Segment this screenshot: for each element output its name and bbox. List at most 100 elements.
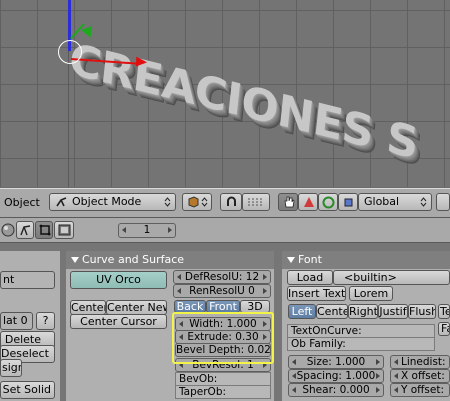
set-solid-label: Set Solid	[2, 383, 51, 396]
mode-select[interactable]: Object Mode	[49, 193, 176, 211]
ob-family-field[interactable]: Ob Family:	[287, 337, 435, 351]
triangle-icon	[304, 197, 314, 207]
shear-field[interactable]: Shear: 0.000	[288, 383, 384, 397]
scale-manipulator-button[interactable]	[338, 193, 358, 211]
uv-orco-toggle[interactable]: UV Orco	[70, 271, 167, 289]
material-help-button[interactable]: ?	[36, 312, 55, 330]
set-solid-button[interactable]: Set Solid	[0, 381, 55, 399]
mode-select-label: Object Mode	[72, 195, 142, 208]
decrement-arrow-icon[interactable]	[394, 373, 398, 379]
header-overflow-button[interactable]	[436, 193, 450, 211]
spacing-field[interactable]: Spacing: 1.000	[288, 369, 384, 383]
decrement-arrow-icon[interactable]	[394, 387, 398, 393]
decrement-arrow-icon[interactable]	[122, 227, 126, 233]
ren-resol-u-field[interactable]: RenResolU 0	[173, 284, 271, 298]
assign-button[interactable]: sign	[0, 359, 22, 377]
material-index-label: lat 0	[3, 314, 28, 327]
decrement-arrow-icon[interactable]	[292, 387, 296, 393]
taper-ob-label: TaperOb:	[179, 386, 227, 398]
bev-ob-field[interactable]: BevOb:	[175, 372, 271, 386]
fa-label: Fa	[441, 322, 449, 335]
decrement-arrow-icon[interactable]	[177, 274, 181, 280]
fa-button[interactable]: Fa	[438, 322, 450, 336]
collapse-triangle-icon[interactable]	[287, 257, 295, 263]
3d-viewport[interactable]: CREACIONES S	[0, 0, 450, 187]
square-icon	[344, 198, 353, 207]
increment-arrow-icon[interactable]	[263, 288, 267, 294]
decrement-arrow-icon[interactable]	[292, 373, 296, 379]
collapse-triangle-icon[interactable]	[71, 257, 79, 263]
center-cursor-button[interactable]: Center Cursor	[70, 314, 167, 329]
insert-text-button[interactable]: Insert Text	[287, 286, 346, 301]
rotate-manipulator-button[interactable]	[318, 193, 338, 211]
x-offset-field[interactable]: X offset:	[390, 369, 450, 383]
left-panel-field-label: nt	[3, 273, 15, 286]
x-axis-arrow-icon	[135, 56, 148, 68]
font-size-field[interactable]: Size: 1.000	[288, 355, 384, 369]
increment-arrow-icon[interactable]	[376, 359, 380, 365]
y-offset-field[interactable]: Y offset:	[390, 383, 450, 397]
left-panel-field[interactable]: nt	[0, 271, 55, 289]
lorem-button[interactable]: Lorem	[349, 286, 393, 301]
x-offset-label: X offset:	[401, 370, 445, 382]
align-justify-toggle[interactable]: Justif	[378, 304, 408, 319]
help-label: ?	[42, 314, 49, 327]
increment-arrow-icon[interactable]	[376, 373, 380, 379]
align-center-toggle[interactable]: Cente	[316, 304, 348, 319]
square-outline-icon	[39, 224, 51, 236]
increment-arrow-icon[interactable]	[168, 227, 172, 233]
picture-icon	[58, 224, 71, 236]
increment-arrow-icon[interactable]	[376, 387, 380, 393]
chevron-updown-icon	[164, 197, 171, 207]
decrement-arrow-icon[interactable]	[394, 359, 398, 365]
bev-ob-label: BevOb:	[179, 373, 218, 385]
chevron-updown-icon	[201, 197, 208, 207]
draw-type-select[interactable]	[182, 193, 212, 211]
align-left-toggle[interactable]: Left	[288, 304, 316, 319]
pivot-select[interactable]	[220, 193, 242, 211]
font-panel-header[interactable]: Font	[282, 251, 450, 269]
material-index-field[interactable]: lat 0	[0, 312, 33, 330]
object-mode-button[interactable]	[35, 221, 53, 239]
linedist-field[interactable]: Linedist: 1	[390, 355, 450, 369]
sphere-icon[interactable]	[1, 223, 15, 237]
circle-icon	[322, 196, 335, 209]
load-font-button[interactable]: Load	[287, 270, 333, 285]
load-label: Load	[296, 271, 324, 284]
assign-label: sign	[2, 361, 21, 374]
shear-label: Shear: 0.000	[302, 384, 370, 396]
center-cursor-label: Center Cursor	[80, 315, 157, 328]
ob-family-label: Ob Family:	[291, 338, 346, 350]
font-select[interactable]: <builtin>	[333, 270, 450, 285]
increment-arrow-icon[interactable]	[263, 274, 267, 280]
tex-label: Te	[440, 305, 449, 318]
manipulator-toggle[interactable]	[278, 193, 298, 211]
3d-text-object[interactable]: CREACIONES S	[67, 34, 420, 169]
translate-manipulator-button[interactable]	[298, 193, 318, 211]
text-on-curve-field[interactable]: TextOnCurve:	[287, 324, 435, 338]
layer-number-field[interactable]: 1	[118, 223, 176, 238]
vertex-select-mode-button[interactable]	[16, 221, 34, 239]
curve-panel-header[interactable]: Curve and Surface	[66, 251, 274, 269]
uv-orco-label: UV Orco	[96, 273, 141, 286]
manipulator-center-circle[interactable]	[58, 40, 82, 64]
def-resol-u-field[interactable]: DefResolU: 12	[173, 270, 271, 284]
object-menu[interactable]: Object	[4, 196, 40, 209]
center-new-label: Center New	[107, 301, 167, 314]
snap-select[interactable]	[242, 193, 270, 211]
decrement-arrow-icon[interactable]	[292, 359, 296, 365]
align-right-toggle[interactable]: Right	[348, 304, 378, 319]
tex-button[interactable]: Te	[438, 304, 450, 319]
center-label: Center	[71, 301, 106, 314]
align-right-label: Right	[349, 305, 378, 318]
spacing-label: Spacing: 1.000	[296, 370, 376, 382]
orientation-select[interactable]: Global	[358, 193, 432, 211]
y-offset-label: Y offset:	[401, 384, 444, 396]
center-new-button[interactable]: Center New	[106, 300, 167, 315]
layer-number-value: 1	[143, 224, 151, 236]
center-button[interactable]: Center	[70, 300, 106, 315]
decrement-arrow-icon[interactable]	[177, 288, 181, 294]
taper-ob-field[interactable]: TaperOb:	[175, 385, 271, 399]
image-button[interactable]	[54, 221, 74, 239]
align-flush-toggle[interactable]: Flush	[408, 304, 436, 319]
